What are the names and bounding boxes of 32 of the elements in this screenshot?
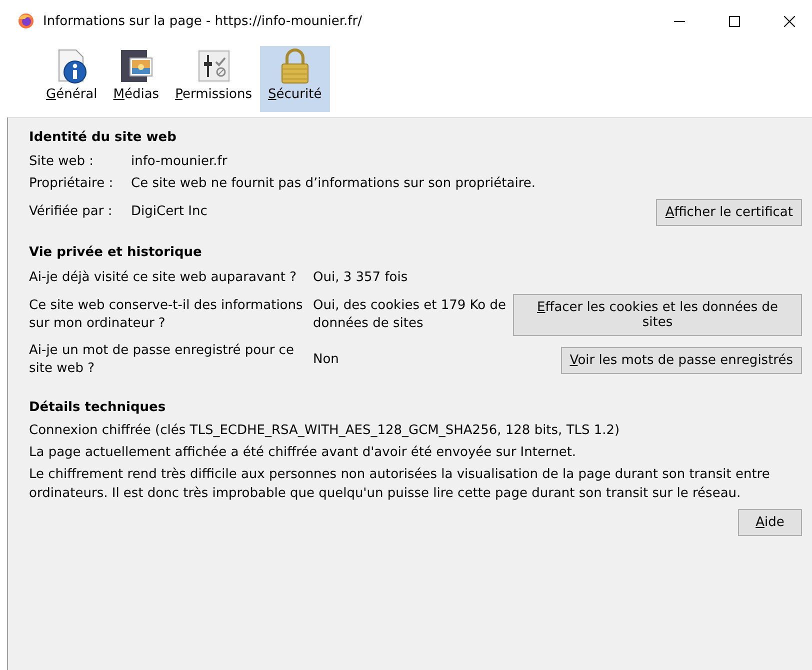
film-image-icon — [118, 48, 154, 84]
field-value: DigiCert Inc — [131, 203, 208, 221]
detail-text: Le chiffrement rend très difficile aux personnes non autorisées la visualisation de la page durant son transit entre ordinateurs. Il est donc très improbable que quelqu'un puisse lire cette page durant son transit sur le réseau. — [29, 466, 771, 503]
field-label: Propriétaire : — [29, 175, 114, 193]
field-value: info-mounier.fr — [131, 153, 228, 171]
field-label: Site web : — [29, 153, 94, 171]
permissions-icon — [196, 48, 231, 84]
question-text: Ce site web conserve-t-il des informations sur mon ordinateur ? — [29, 297, 304, 333]
maximize-icon — [728, 16, 740, 26]
help-button[interactable]: Aide — [738, 509, 802, 536]
tab[interactable]: Permissions — [167, 46, 260, 112]
browser-logo-icon — [18, 13, 34, 29]
field-label: Vérifiée par : — [29, 203, 114, 221]
action-button[interactable]: Voir les mots de passe enregistrés — [560, 346, 802, 374]
action-button[interactable]: Effacer les cookies et les données de sites — [513, 294, 802, 336]
tab[interactable]: Sécurité — [260, 46, 330, 112]
section-heading: Détails techniques — [29, 400, 167, 415]
tab[interactable]: Médias — [105, 46, 168, 112]
field-value: Ce site web ne fournit pas d’informations sur son propriétaire. — [131, 175, 537, 193]
answer-text: Oui, des cookies et 179 Ko de données de sites — [313, 297, 507, 333]
detail-text: La page actuellement affichée a été chiffrée avant d'avoir été envoyée sur Internet. — [29, 444, 578, 462]
question-text: Ai-je un mot de passe enregistré pour ce site web ? — [29, 342, 295, 378]
answer-text: Non — [313, 351, 340, 369]
detail-text: Connexion chiffrée (clés TLS_ECDHE_RSA_WITH_AES_128_GCM_SHA256, 128 bits, TLS 1.2) — [29, 422, 621, 440]
close-icon — [784, 16, 794, 26]
window-title: Informations sur la page - https://info-mounier.fr/ — [43, 14, 363, 28]
section-heading: Vie privée et historique — [29, 245, 203, 260]
tab[interactable]: Général — [38, 46, 106, 112]
question-text: Ai-je déjà visité ce site web auparavant ? — [29, 269, 298, 287]
certificate-button[interactable]: Afficher le certificat — [656, 198, 802, 226]
answer-text: Oui, 3 357 fois — [313, 269, 409, 287]
section-heading: Identité du site web — [29, 130, 178, 145]
